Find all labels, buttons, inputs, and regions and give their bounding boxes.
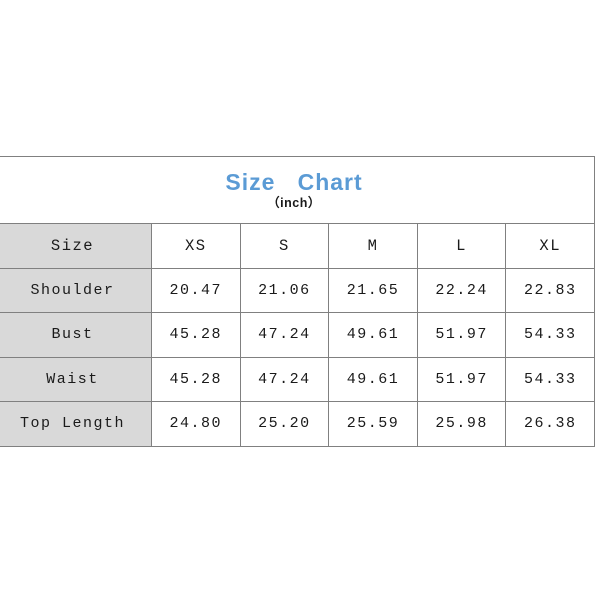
cell-bust-xs: 45.28 [151,312,241,358]
column-header-l: L [416,223,507,269]
cell-top-length-xs: 24.80 [151,401,241,447]
page-title: Size Chart [225,169,363,196]
cell-waist-s: 47.24 [239,356,330,402]
cell-shoulder-s: 21.06 [239,267,330,313]
table-row: Bust 45.28 47.24 49.61 51.97 54.33 [0,312,596,358]
cell-top-length-s: 25.20 [239,401,330,447]
cell-waist-xs: 45.28 [151,356,241,402]
column-header-xl: XL [505,223,596,269]
cell-waist-xl: 54.33 [505,356,596,402]
size-chart-table: Size Chart （inch） Size XS S M L XL Shoul… [0,156,596,447]
cell-top-length-m: 25.59 [328,401,418,447]
cell-top-length-xl: 26.38 [505,401,596,447]
row-label-top-length: Top Length [0,401,152,447]
row-label-shoulder: Shoulder [0,267,152,313]
cell-bust-xl: 54.33 [505,312,596,358]
row-label-waist: Waist [0,356,152,402]
cell-shoulder-m: 21.65 [328,267,418,313]
cell-shoulder-xs: 20.47 [151,267,241,313]
column-header-xs: XS [151,223,241,269]
cell-shoulder-xl: 22.83 [505,267,596,313]
title-row: Size Chart （inch） [0,156,596,224]
column-header-size: Size [0,223,152,269]
row-label-bust: Bust [0,312,152,358]
size-chart-container: Size Chart （inch） Size XS S M L XL Shoul… [0,156,596,447]
table-row: Waist 45.28 47.24 49.61 51.97 54.33 [0,356,596,402]
cell-waist-m: 49.61 [328,356,418,402]
table-header-row: Size XS S M L XL [0,223,596,269]
column-header-s: S [239,223,330,269]
table-row: Top Length 24.80 25.20 25.59 25.98 26.38 [0,401,596,447]
unit-subtitle: （inch） [267,195,321,210]
table-row: Shoulder 20.47 21.06 21.65 22.24 22.83 [0,267,596,313]
column-header-m: M [328,223,418,269]
cell-top-length-l: 25.98 [416,401,507,447]
cell-bust-l: 51.97 [416,312,507,358]
chart-title-cell: Size Chart （inch） [0,156,596,224]
cell-waist-l: 51.97 [416,356,507,402]
cell-shoulder-l: 22.24 [416,267,507,313]
cell-bust-s: 47.24 [239,312,330,358]
cell-bust-m: 49.61 [328,312,418,358]
